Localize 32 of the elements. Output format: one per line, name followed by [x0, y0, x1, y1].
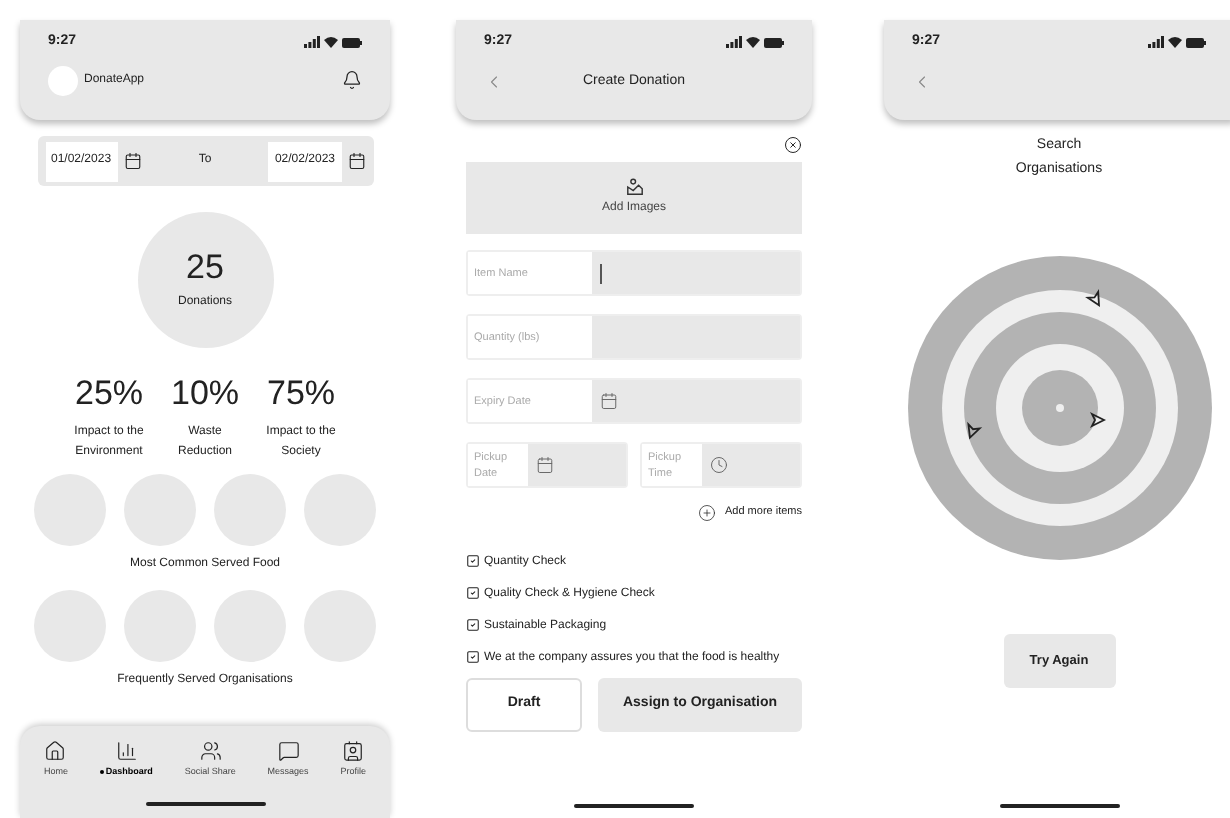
home-indicator [145, 802, 265, 806]
checkbox[interactable] [466, 554, 480, 568]
image-icon [625, 178, 643, 196]
contact-card-icon [342, 740, 365, 762]
checkbox[interactable] [466, 650, 480, 664]
add-icon[interactable] [698, 504, 717, 522]
people-icon [199, 740, 222, 762]
bar-chart-icon [115, 740, 138, 762]
battery-icon [342, 37, 362, 48]
wifi-icon [1168, 36, 1182, 49]
donations-count: 25 [186, 249, 224, 283]
stat-value: 10% [170, 376, 240, 410]
wifi-icon [746, 36, 760, 49]
calendar-icon[interactable] [123, 152, 142, 170]
checkbox[interactable] [466, 586, 480, 600]
close-icon[interactable] [784, 136, 802, 154]
wifi-icon [324, 36, 338, 49]
battery-icon [764, 37, 784, 48]
home-icon [44, 740, 67, 762]
home-indicator [999, 804, 1119, 808]
home-indicator [574, 804, 694, 808]
stat-value: 25% [74, 376, 144, 410]
bell-icon[interactable] [342, 70, 362, 90]
clock-icon[interactable] [710, 456, 728, 474]
battery-icon [1186, 37, 1206, 48]
signal-icon [1148, 36, 1164, 49]
signal-icon [304, 36, 320, 49]
calendar-icon[interactable] [347, 152, 365, 170]
checkbox[interactable] [466, 618, 480, 632]
message-icon [277, 740, 300, 762]
signal-icon [726, 36, 742, 49]
stat-value: 75% [266, 376, 336, 410]
